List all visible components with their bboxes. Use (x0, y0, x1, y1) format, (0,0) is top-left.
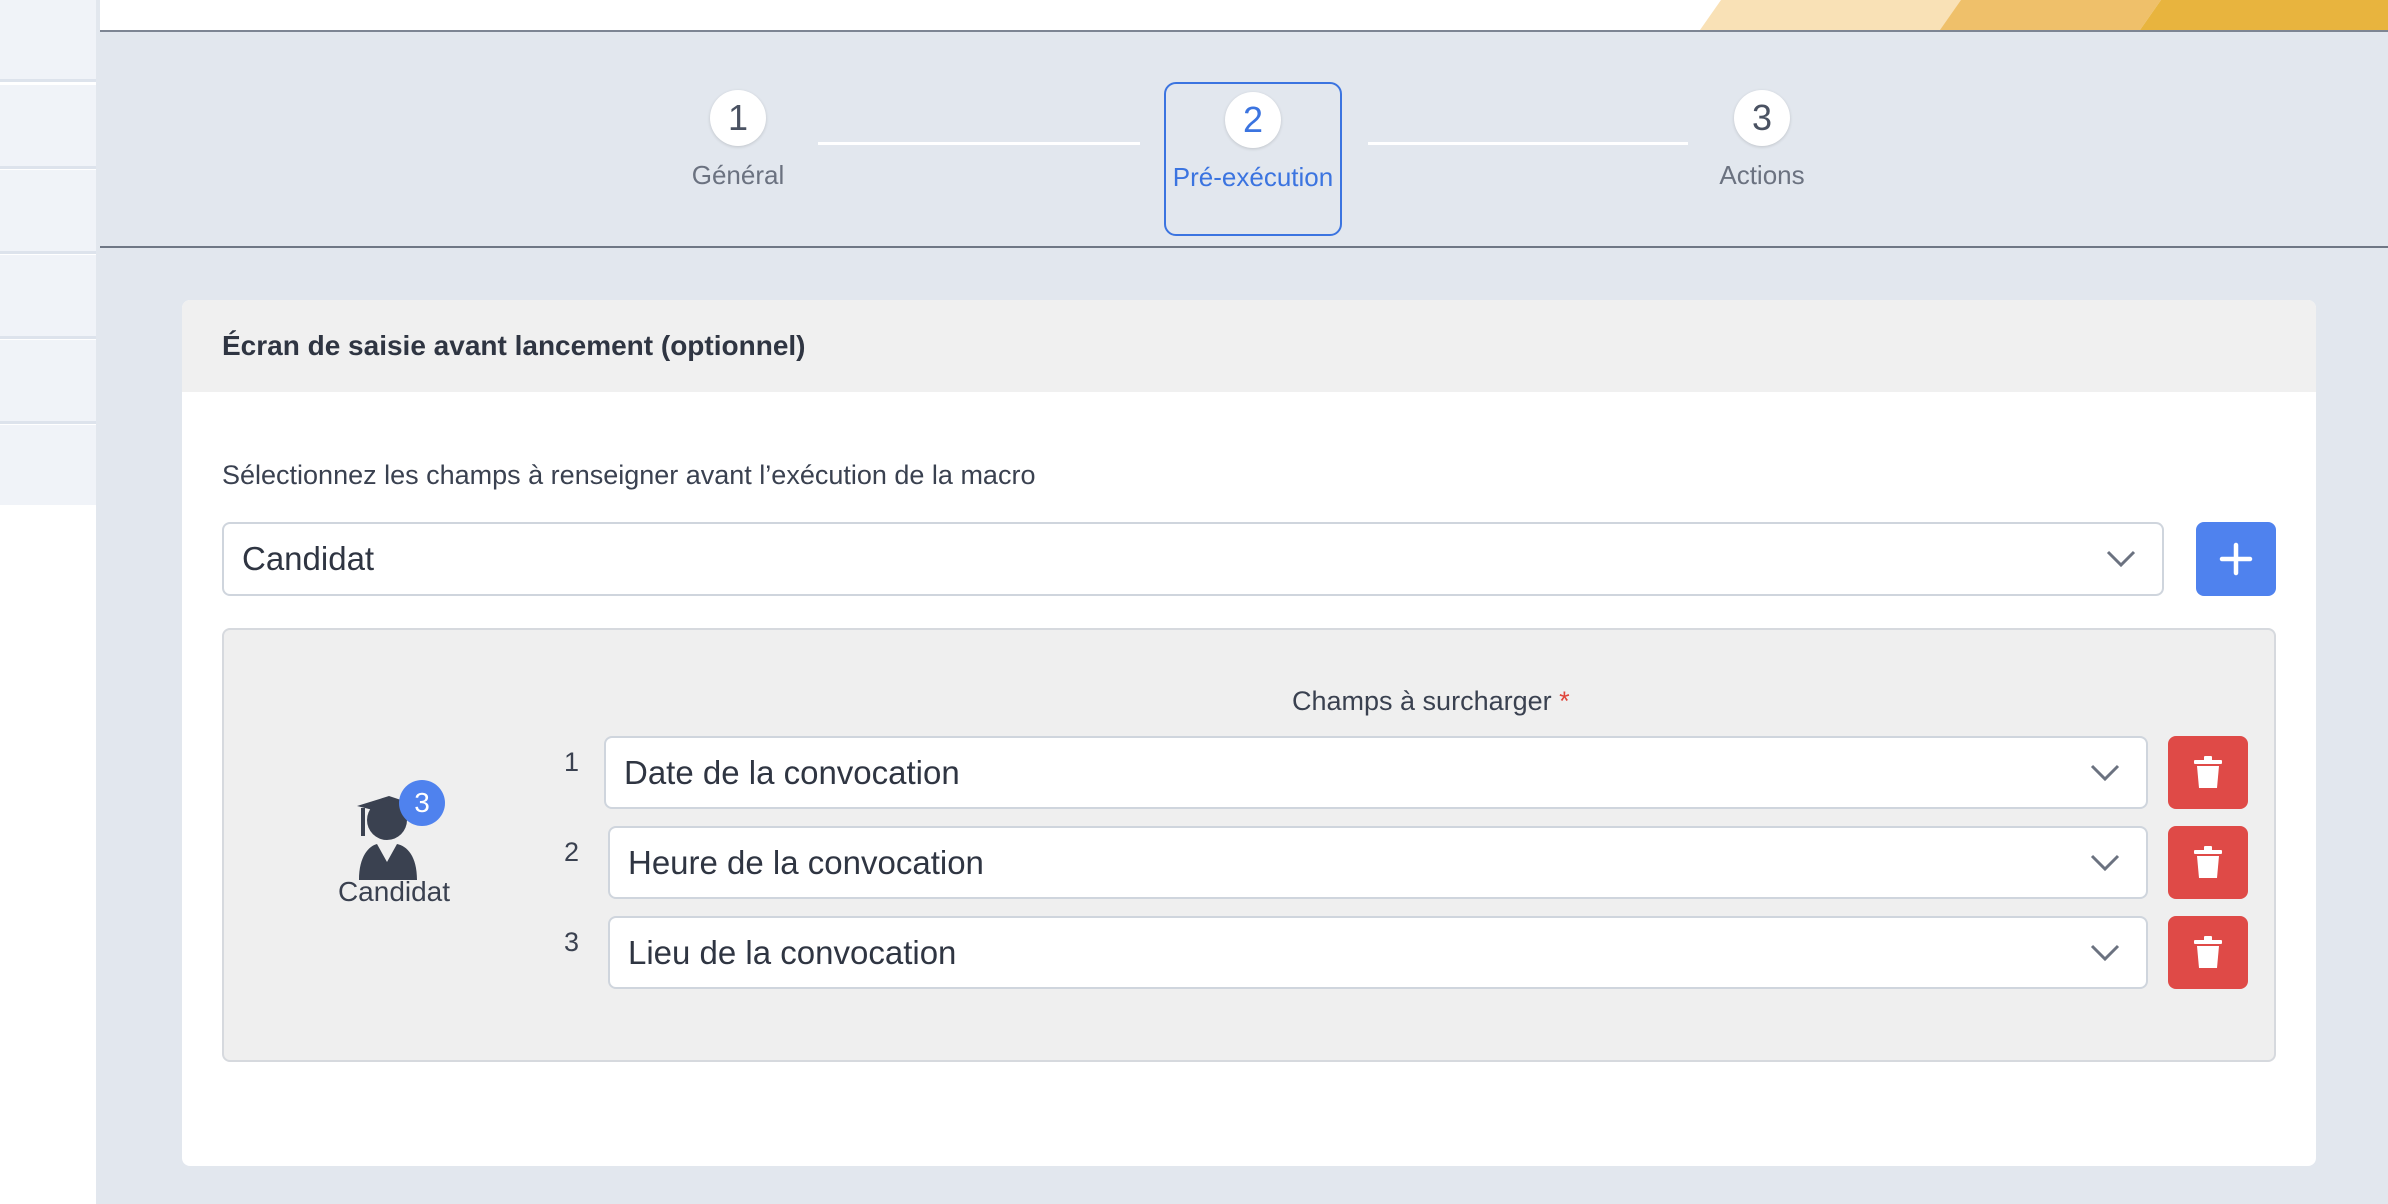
chevron-down-icon (2090, 764, 2120, 781)
sidebar-item[interactable] (0, 85, 96, 169)
add-field-button[interactable] (2196, 522, 2276, 596)
field-select[interactable]: Heure de la convocation (608, 826, 2148, 899)
step-number: 3 (1734, 90, 1790, 146)
chevron-down-icon (2106, 550, 2136, 568)
chevron-down-icon (2090, 944, 2120, 961)
entity-count-badge: 3 (399, 780, 445, 826)
fields-label-text: Champs à surcharger (1292, 686, 1552, 716)
step-number: 2 (1225, 92, 1281, 148)
instruction-text: Sélectionnez les champs à renseigner ava… (222, 460, 1036, 490)
step-number: 1 (710, 90, 766, 146)
step-connector (1368, 142, 1688, 145)
field-select-value: Date de la convocation (624, 753, 960, 791)
sidebar-item[interactable] (0, 0, 96, 82)
entity-fields-panel: 3 Candidat Champs à surcharger * 1 Date … (222, 628, 2276, 1062)
entity-card: 3 Candidat (334, 780, 454, 908)
field-select-value: Lieu de la convocation (628, 933, 957, 971)
top-banner (100, 0, 2388, 32)
step-label: Actions (1719, 160, 1805, 190)
entity-label: Candidat (337, 876, 451, 907)
required-marker: * (1559, 686, 1570, 716)
step-connector (818, 142, 1140, 145)
delete-field-button[interactable] (2168, 736, 2248, 809)
row-number: 3 (564, 927, 580, 957)
delete-field-button[interactable] (2168, 826, 2248, 899)
plus-icon (2219, 542, 2253, 576)
step-general[interactable]: 1 Général (649, 82, 827, 236)
field-select[interactable]: Lieu de la convocation (608, 916, 2148, 989)
sidebar-item[interactable] (0, 255, 96, 339)
step-actions[interactable]: 3 Actions (1673, 82, 1851, 236)
wizard-stepper: 1 Général 2 Pré-exécution 3 Actions (100, 32, 2388, 248)
sidebar-item[interactable] (0, 425, 96, 505)
fields-label: Champs à surcharger * (1292, 686, 1570, 717)
sidebar-item[interactable] (0, 340, 96, 424)
field-select-value: Heure de la convocation (628, 843, 984, 881)
entity-select-value: Candidat (242, 540, 375, 577)
step-pre-execution[interactable]: 2 Pré-exécution (1164, 82, 1342, 236)
chevron-down-icon (2090, 854, 2120, 871)
entity-icon-wrap: 3 (349, 780, 445, 880)
trash-icon (2194, 936, 2222, 968)
delete-field-button[interactable] (2168, 916, 2248, 989)
step-label: Général (691, 160, 785, 190)
row-number: 2 (564, 837, 580, 867)
entity-select[interactable]: Candidat (222, 522, 2164, 596)
pre-execution-card: Écran de saisie avant lancement (optionn… (182, 300, 2316, 1166)
sidebar (0, 0, 96, 1204)
row-number: 1 (564, 747, 580, 777)
sidebar-item[interactable] (0, 170, 96, 254)
trash-icon (2194, 756, 2222, 788)
field-select[interactable]: Date de la convocation (604, 736, 2148, 809)
card-title: Écran de saisie avant lancement (optionn… (222, 330, 806, 361)
step-label: Pré-exécution (1172, 162, 1334, 192)
trash-icon (2194, 846, 2222, 878)
